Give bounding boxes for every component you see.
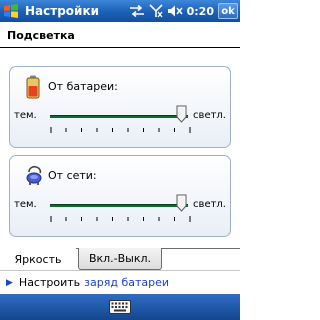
battery-brightness-slider[interactable] [50, 115, 188, 118]
clock[interactable]: 0:20 [187, 5, 214, 18]
connectivity-icon[interactable] [129, 0, 145, 22]
title-bar: Настройки 0:20 ok [0, 0, 240, 22]
power-plug-icon [26, 164, 42, 188]
tab-brightness[interactable]: Яркость [0, 248, 76, 270]
external-power-backlight-group: От сети: тем. светл. [9, 155, 231, 237]
tab-bar: Яркость Вкл.-Выкл. [0, 248, 240, 270]
battery-charge-link[interactable]: заряд батареи [84, 276, 169, 289]
battery-slider-ticks [50, 127, 191, 133]
page-title: Подсветка [0, 22, 240, 48]
external-dim-label: тем. [14, 199, 37, 210]
window-title: Настройки [25, 4, 100, 18]
battery-bright-label: светл. [193, 110, 226, 121]
battery-icon [26, 75, 42, 99]
external-slider-ticks [50, 216, 191, 222]
battery-dim-label: тем. [14, 110, 37, 121]
windows-start-icon[interactable] [0, 0, 22, 22]
arrow-bullet-icon: ▶ [6, 277, 13, 288]
external-slider-thumb[interactable] [176, 194, 187, 212]
battery-settings-link-row: ▶ Настроить заряд батареи [0, 270, 240, 294]
ok-button[interactable]: ok [218, 3, 238, 19]
external-power-label: От сети: [48, 169, 97, 182]
external-brightness-slider[interactable] [50, 204, 188, 207]
battery-backlight-group: От батареи: тем. светл. [9, 66, 231, 148]
tab-on-off[interactable]: Вкл.-Выкл. [78, 248, 162, 270]
keyboard-icon[interactable] [107, 298, 133, 316]
link-static-text: Настроить [18, 276, 81, 289]
battery-slider-thumb[interactable] [176, 105, 187, 123]
volume-mute-icon[interactable] [167, 0, 183, 22]
signal-off-icon[interactable] [149, 0, 163, 22]
external-bright-label: светл. [193, 199, 226, 210]
battery-label: От батареи: [48, 80, 118, 93]
menu-bar [0, 294, 240, 320]
